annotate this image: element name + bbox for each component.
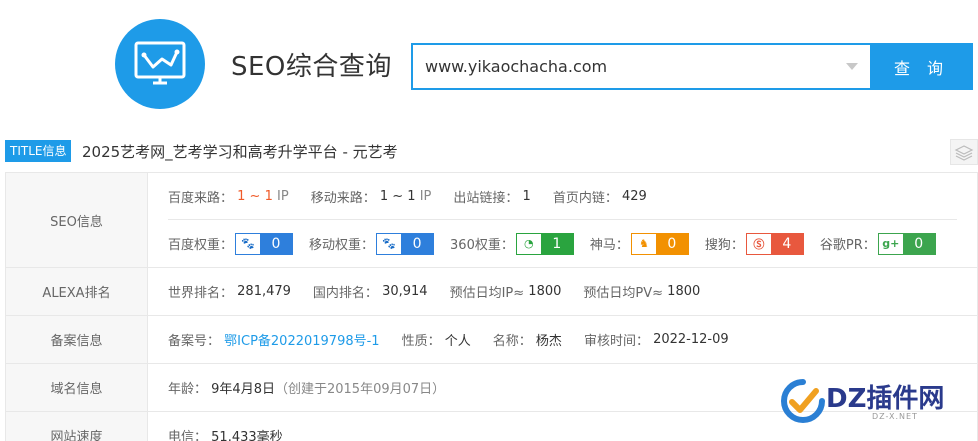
watermark-text: DZ插件网 <box>826 384 945 414</box>
row-label-icp: 备案信息 <box>5 315 148 364</box>
title-info-row: TITLE信息 2025艺考网_艺考学习和高考升学平台 - 元艺考 <box>5 139 978 165</box>
baidu-traffic-value[interactable]: 1 ~ 1 <box>237 189 273 204</box>
home-links-label: 首页内链： <box>552 190 618 206</box>
stack-layers-icon[interactable] <box>950 139 978 165</box>
row-label-domain: 域名信息 <box>5 363 148 412</box>
mobile-weight-badge[interactable]: 🐾 0 <box>376 232 435 255</box>
daily-pv-value: 1800 <box>667 284 701 299</box>
paw-icon: 🐾 <box>382 237 396 250</box>
row-label-speed: 网站速度 <box>5 411 148 441</box>
icp-review-label: 审核时间： <box>583 334 649 349</box>
google-pr-badge[interactable]: g+ 0 <box>877 232 936 255</box>
mobile-weight-label: 移动权重： <box>309 238 375 253</box>
sogou-icon: Ⓢ <box>753 237 765 251</box>
world-rank-label: 世界排名： <box>168 286 234 301</box>
icp-content: 备案号： 鄂ICP备2022019798号-1 性质： 个人 名称： 杨杰 审核… <box>147 315 978 364</box>
watermark: DZ插件网 DZ-X.NET <box>778 374 978 432</box>
domain-created-date: （创建于2015年09月07日） <box>274 382 446 397</box>
watermark-sub: DZ-X.NET <box>872 412 918 421</box>
page-title: SEO综合查询 <box>231 52 392 82</box>
site-logo <box>115 19 205 109</box>
world-rank-value: 281,479 <box>237 284 291 299</box>
table-row-alexa: ALEXA排名 世界排名： 281,479 国内排名： 30,914 预估日均I… <box>5 267 978 316</box>
shenma-weight-badge[interactable]: ♞ 0 <box>630 232 689 255</box>
icp-review-value: 2022-12-09 <box>653 332 729 347</box>
360-weight-label: 360权重： <box>450 238 514 253</box>
title-text: 2025艺考网_艺考学习和高考升学平台 - 元艺考 <box>82 143 398 161</box>
domestic-rank-label: 国内排名： <box>312 286 378 301</box>
table-row-icp: 备案信息 备案号： 鄂ICP备2022019798号-1 性质： 个人 名称： … <box>5 315 978 364</box>
telecom-speed-label: 电信： <box>168 430 208 441</box>
icp-number-link[interactable]: 鄂ICP备2022019798号-1 <box>224 330 379 349</box>
icp-name-value: 杨杰 <box>535 334 562 349</box>
alexa-content: 世界排名： 281,479 国内排名： 30,914 预估日均IP≈ 1800 … <box>147 267 978 316</box>
icp-name-label: 名称： <box>492 334 532 349</box>
outbound-links-value[interactable]: 1 <box>523 189 531 204</box>
sogou-weight-label: 搜狗： <box>704 238 744 253</box>
mobile-traffic-value[interactable]: 1 ~ 1 <box>380 189 416 204</box>
daily-ip-value: 1800 <box>528 284 562 299</box>
google-plus-icon: g+ <box>882 237 900 250</box>
domain-age-label: 年龄： <box>168 382 208 397</box>
icp-nature-value: 个人 <box>444 334 471 349</box>
icp-number-label: 备案号： <box>168 334 221 349</box>
shenma-icon: ♞ <box>638 237 649 250</box>
360-icon: ◔ <box>524 237 534 250</box>
outbound-links-label: 出站链接： <box>453 190 519 206</box>
sogou-weight-badge[interactable]: Ⓢ 4 <box>745 232 804 255</box>
baidu-traffic-unit: IP <box>277 188 289 204</box>
daily-pv-label: 预估日均PV≈ <box>583 286 664 301</box>
table-row-seo: SEO信息 百度来路： 1 ~ 1 IP 移动来路： 1 ~ 1 IP 出站链接… <box>5 172 978 268</box>
baidu-weight-label: 百度权重： <box>168 238 234 253</box>
360-weight-badge[interactable]: ◔ 1 <box>515 232 574 255</box>
icp-nature-label: 性质： <box>401 334 441 349</box>
search-input[interactable] <box>425 45 845 88</box>
domain-age-value: 9年4月8日 <box>211 382 275 397</box>
home-links-value[interactable]: 429 <box>622 189 647 204</box>
monitor-chart-icon <box>134 41 186 85</box>
mobile-traffic-label: 移动来路： <box>310 190 376 206</box>
telecom-speed-value: 51.433毫秒 <box>211 430 283 441</box>
shenma-weight-label: 神马： <box>589 238 629 253</box>
baidu-traffic-label: 百度来路： <box>168 190 234 206</box>
watermark-logo-icon <box>781 379 825 423</box>
google-pr-label: 谷歌PR： <box>819 238 876 253</box>
row-label-seo: SEO信息 <box>5 172 148 268</box>
search-button[interactable]: 查 询 <box>870 43 973 90</box>
paw-icon: 🐾 <box>241 237 255 250</box>
domestic-rank-value: 30,914 <box>382 284 428 299</box>
row-label-alexa: ALEXA排名 <box>5 267 148 316</box>
search-box <box>411 43 870 90</box>
dropdown-arrow-icon[interactable] <box>846 63 858 70</box>
seo-content: 百度来路： 1 ~ 1 IP 移动来路： 1 ~ 1 IP 出站链接： 1 首页… <box>147 172 978 268</box>
mobile-traffic-unit: IP <box>419 188 432 204</box>
daily-ip-label: 预估日均IP≈ <box>449 286 525 301</box>
title-badge: TITLE信息 <box>5 140 72 162</box>
baidu-weight-badge[interactable]: 🐾 0 <box>235 232 294 255</box>
